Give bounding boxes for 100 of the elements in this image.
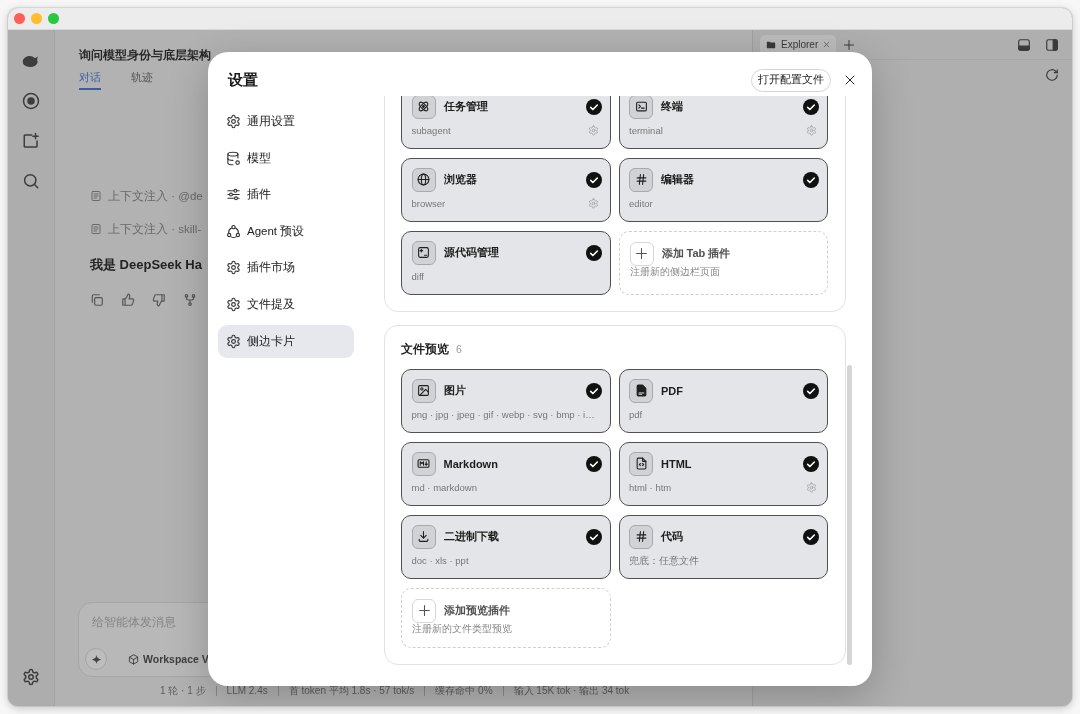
- close-icon[interactable]: [844, 74, 856, 86]
- atom-icon: [411, 96, 436, 119]
- card-title: PDF: [661, 384, 683, 397]
- thumbs-up-icon[interactable]: [121, 293, 135, 307]
- folder-plus-icon[interactable]: [22, 132, 40, 150]
- workspace-button[interactable]: Workspace V: [128, 653, 209, 665]
- download-icon: [411, 524, 436, 549]
- reply-text: 我是 DeepSeek Ha: [90, 256, 202, 274]
- section-count: 6: [456, 342, 462, 356]
- add-card-subtitle: 注册新的文件类型预览: [412, 622, 512, 635]
- square-diff-icon: [411, 240, 436, 265]
- check-circle-icon[interactable]: [585, 244, 602, 261]
- plus-icon[interactable]: [843, 38, 856, 51]
- markdown-icon: [411, 451, 436, 476]
- status-text: 首 token 平均 1.8s · 57 tok/s: [288, 684, 415, 697]
- scrollbar-thumb[interactable]: [847, 365, 852, 665]
- branch-icon[interactable]: [183, 293, 197, 307]
- check-circle-icon[interactable]: [803, 455, 819, 472]
- section-title: 文件预览: [401, 342, 449, 356]
- card-subtitle: pdf: [629, 408, 643, 421]
- file-icon: [629, 378, 653, 403]
- card-subtitle: terminal: [629, 124, 663, 137]
- nav-item[interactable]: 文件提及: [218, 287, 354, 321]
- folder-icon: [766, 39, 776, 50]
- card-title: 代码: [661, 529, 683, 544]
- settings-icon[interactable]: [22, 668, 40, 686]
- card-title: Markdown: [443, 457, 498, 470]
- panel-bottom-icon[interactable]: [1017, 37, 1031, 52]
- nav-item[interactable]: Agent 预设: [218, 214, 354, 248]
- gear-icon: [226, 296, 241, 312]
- three-nodes-icon: [226, 223, 241, 239]
- card-title: 源代码管理: [443, 245, 499, 260]
- card-title: 终端: [661, 99, 683, 114]
- card-subtitle: 兜底：任意文件: [629, 554, 699, 567]
- card-subtitle: doc · xls · ppt: [411, 554, 469, 567]
- card-subtitle: html · htm: [629, 481, 672, 494]
- conversation-title: 询问模型身份与底层架构: [79, 47, 211, 63]
- open-config-button[interactable]: 打开配置文件: [751, 68, 831, 92]
- card-title: HTML: [661, 457, 692, 470]
- check-circle-icon[interactable]: [585, 382, 602, 399]
- gear-icon: [226, 333, 241, 349]
- sparkle-icon: [90, 653, 102, 665]
- document-icon: [90, 190, 102, 202]
- image-icon: [411, 378, 436, 403]
- nav-item[interactable]: 模型: [218, 141, 354, 175]
- document-icon: [90, 223, 102, 235]
- check-circle-icon[interactable]: [803, 528, 819, 545]
- terminal-icon: [629, 96, 653, 119]
- add-card-subtitle: 注册新的侧边栏页面: [629, 265, 720, 278]
- check-circle-icon[interactable]: [585, 455, 602, 472]
- nav-item[interactable]: 插件: [218, 178, 354, 212]
- check-circle-icon[interactable]: [585, 528, 602, 545]
- database-icon: [226, 150, 241, 166]
- add-plugin-card[interactable]: 添加预览插件 注册新的文件类型预览: [401, 588, 611, 648]
- card-title: 编辑器: [661, 172, 694, 187]
- add-plugin-card[interactable]: 添加 Tab 插件 注册新的侧边栏页面: [618, 231, 828, 295]
- card-title: 二进制下载: [443, 529, 499, 544]
- card-title: 浏览器: [443, 172, 477, 187]
- plus-icon: [412, 598, 436, 623]
- card-subtitle: diff: [411, 270, 424, 283]
- card-subtitle: editor: [629, 197, 653, 210]
- status-text: 输入 15K tok · 输出 34 tok: [513, 684, 630, 697]
- gear-icon: [226, 114, 241, 129]
- cube-icon: [128, 653, 139, 665]
- search-icon[interactable]: [22, 172, 40, 190]
- card-subtitle: subagent: [411, 124, 451, 137]
- nav-item[interactable]: 通用设置: [218, 105, 354, 138]
- sliders-icon: [226, 187, 241, 203]
- sparkle-button[interactable]: [85, 648, 107, 670]
- thumbs-down-icon[interactable]: [152, 293, 166, 307]
- copy-icon[interactable]: [90, 293, 104, 307]
- status-text: 1 轮 · 1 步: [160, 684, 206, 697]
- refresh-icon[interactable]: [1045, 68, 1059, 82]
- globe-icon: [411, 167, 436, 192]
- record-icon[interactable]: [22, 92, 40, 110]
- check-circle-icon[interactable]: [803, 171, 819, 188]
- hash-icon: [629, 524, 653, 549]
- nav-item[interactable]: 侧边卡片: [218, 324, 354, 358]
- window-close-button[interactable]: [14, 13, 25, 24]
- check-circle-icon[interactable]: [585, 98, 602, 115]
- add-card-title: 添加 Tab 插件: [661, 246, 731, 261]
- nav-item[interactable]: 插件市场: [218, 251, 354, 285]
- check-circle-icon[interactable]: [585, 171, 602, 188]
- card-subtitle: browser: [411, 197, 446, 210]
- card-subtitle: md · markdown: [411, 481, 477, 494]
- card-subtitle: png · jpg · jpeg · gif · webp · svg · bmp · i…: [411, 408, 595, 421]
- explorer-tab[interactable]: Explorer: [760, 34, 837, 55]
- card-title: 任务管理: [443, 99, 488, 114]
- panel-right-icon[interactable]: [1045, 37, 1059, 52]
- dialog-title: 设置: [228, 70, 258, 90]
- check-circle-icon[interactable]: [803, 382, 819, 399]
- hash-icon: [629, 167, 653, 192]
- plus-icon: [629, 241, 654, 266]
- check-circle-icon[interactable]: [803, 98, 819, 115]
- gear-icon: [226, 260, 241, 276]
- status-text: LLM 2.4s: [226, 684, 268, 697]
- status-text: 缓存命中 0%: [435, 684, 493, 697]
- add-card-title: 添加预览插件: [444, 603, 510, 618]
- file-code-icon: [629, 451, 653, 476]
- conversation-tab[interactable]: 轨迹: [131, 70, 153, 90]
